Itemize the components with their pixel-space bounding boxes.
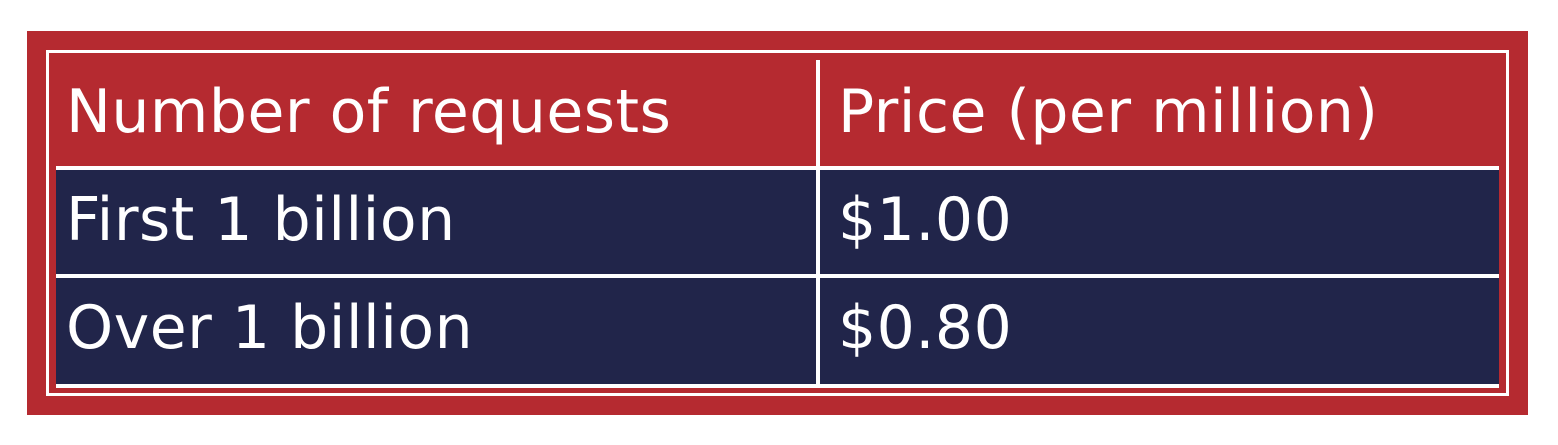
row-divider (56, 274, 1499, 278)
header-number-of-requests: Number of requests (66, 77, 672, 147)
column-divider (816, 60, 820, 384)
header-price-per-million: Price (per million) (838, 77, 1379, 147)
table-cell-price: $0.80 (838, 293, 1013, 363)
table-cell-tier: First 1 billion (66, 185, 456, 255)
table-cell-price: $1.00 (838, 185, 1013, 255)
table-cell-tier: Over 1 billion (66, 293, 474, 363)
row-divider (56, 166, 1499, 170)
row-divider (56, 384, 1499, 388)
